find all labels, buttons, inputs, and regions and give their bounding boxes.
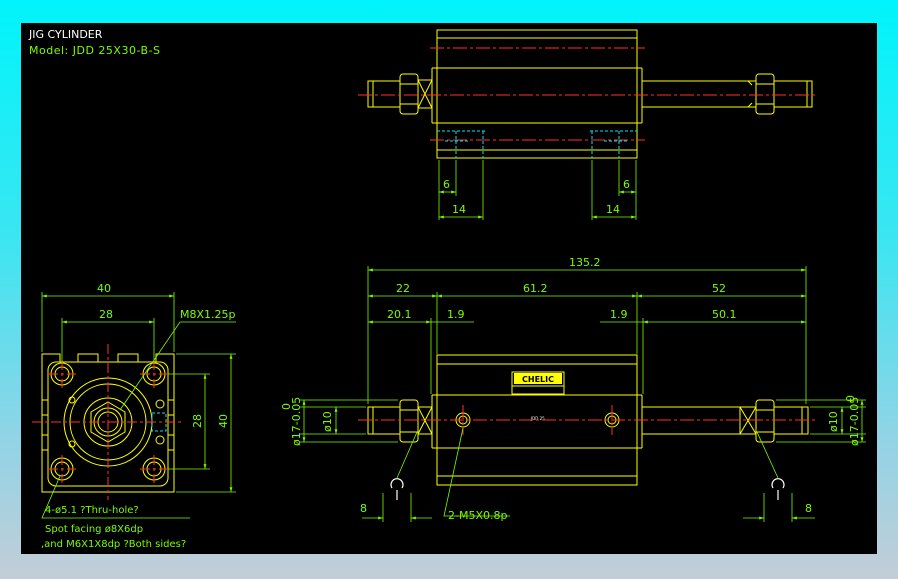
drawing-model: Model: JDD 25X30-B-S <box>29 44 161 57</box>
dim-right-dia-outer-upper: 0 <box>844 395 857 402</box>
note-holes: 4-ø5.1 ?Thru-hole? <box>45 505 139 516</box>
side-view-dimension-lines <box>300 266 866 522</box>
wrench-icon-right <box>771 478 785 500</box>
dim-end-width-inner: 28 <box>99 308 113 321</box>
dim-end-thread: M8X1.25p <box>180 308 236 321</box>
dim-side-right-len: 52 <box>712 282 726 295</box>
end-view-centerlines <box>32 344 184 500</box>
top-view: 6 6 14 14 <box>358 29 818 220</box>
dim-top-left-small: 6 <box>443 178 450 191</box>
dim-end-width-overall: 40 <box>97 282 111 295</box>
note-spot-facing: Spot facing ø8X6dp <box>45 524 143 535</box>
side-view-centerlines <box>358 405 818 435</box>
dim-side-left-len: 22 <box>396 282 410 295</box>
note-ports: 2-M5X0.8p <box>448 509 507 522</box>
dim-end-height-inner: 28 <box>191 414 204 428</box>
top-view-hidden <box>437 130 637 158</box>
dim-top-left-wide: 14 <box>452 203 466 216</box>
dim-side-right-rod: 50.1 <box>712 308 737 321</box>
dim-side-overall: 135.2 <box>569 256 601 269</box>
dim-end-height-overall: 40 <box>217 414 230 428</box>
end-view-dimension-lines <box>41 292 236 519</box>
side-view: CHELIC JDD 25 135.2 22 61.2 52 20.1 1.9 … <box>280 256 866 522</box>
dim-top-right-wide: 14 <box>606 203 620 216</box>
dim-side-left-gap: 1.9 <box>447 308 465 321</box>
end-view: 40 28 M8X1.25p 28 40 4-ø5.1 ?Thru-hole? … <box>32 282 236 550</box>
dim-side-right-gap: 1.9 <box>610 308 628 321</box>
cad-canvas: 6 6 14 14 40 28 M8X1.25p 28 40 4-ø5.1 ?T… <box>21 23 877 554</box>
dim-right-dia-outer: ø17-0.05 <box>848 397 861 446</box>
dim-side-left-rod: 20.1 <box>387 308 412 321</box>
dim-right-dia-inner: ø10 <box>827 411 840 432</box>
dim-wrench-left: 8 <box>360 502 367 515</box>
dim-side-body-len: 61.2 <box>523 282 548 295</box>
note-tap: ,and M6X1X8dp ?Both sides? <box>41 539 186 550</box>
dim-left-dia-outer-upper: 0 <box>280 403 293 410</box>
cad-drawing: 6 6 14 14 40 28 M8X1.25p 28 40 4-ø5.1 ?T… <box>32 29 866 550</box>
top-view-outline <box>367 29 813 159</box>
drawing-title: JIG CYLINDER <box>29 28 103 41</box>
brand-label-text: CHELIC <box>522 375 554 384</box>
dim-top-right-small: 6 <box>623 178 630 191</box>
dim-wrench-right: 8 <box>805 502 812 515</box>
dim-left-dia-inner: ø10 <box>321 411 334 432</box>
top-view-centerlines <box>358 47 818 141</box>
wrench-icon-left <box>390 478 404 500</box>
